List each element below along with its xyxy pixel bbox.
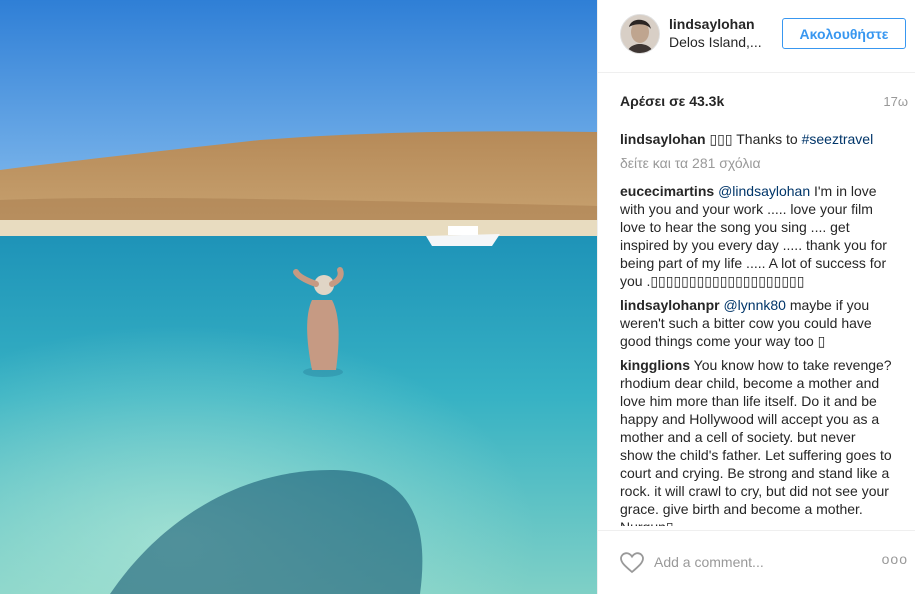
follow-button[interactable]: Ακολουθήστε (782, 18, 906, 49)
comment-item: kingglions You know how to take revenge?… (620, 356, 892, 526)
comment-username-link[interactable]: kingglions (620, 357, 690, 373)
comment-item: lindsaylohanpr @lynnk80 maybe if you wer… (620, 296, 892, 350)
caption-username-link[interactable]: lindsaylohan (620, 131, 706, 147)
comment-text: You know how to take revenge? rhodium de… (620, 357, 892, 526)
comment-mention-link[interactable]: @lindsaylohan (718, 183, 810, 199)
view-all-comments-link[interactable]: δείτε και τα 281 σχόλια (620, 154, 892, 172)
comment-item: eucecimartins @lindsaylohan I'm in love … (620, 182, 892, 290)
caption: lindsaylohan ▯▯▯ Thanks to #seeztravel (620, 130, 892, 148)
comment-username-link[interactable]: eucecimartins (620, 183, 714, 199)
likes-row: Αρέσει σε 43.3k 17ω (620, 93, 908, 111)
post-footer: Add a comment... ooo (598, 530, 915, 595)
heart-icon[interactable] (620, 552, 644, 574)
more-options-icon[interactable]: ooo (882, 551, 908, 567)
caption-text: Thanks to (732, 131, 802, 147)
comments-list[interactable]: lindsaylohan ▯▯▯ Thanks to #seeztravel δ… (620, 130, 892, 526)
post-header: lindsaylohan Delos Island,... Ακολουθήστ… (598, 0, 915, 73)
likes-count[interactable]: Αρέσει σε 43.3k (620, 93, 724, 109)
header-username-link[interactable]: lindsaylohan (669, 16, 755, 32)
post-sidebar: lindsaylohan Delos Island,... Ακολουθήστ… (597, 0, 915, 594)
instagram-post-view: lindsaylohan Delos Island,... Ακολουθήστ… (0, 0, 915, 594)
post-photo[interactable] (0, 0, 597, 594)
avatar[interactable] (620, 14, 660, 54)
avatar-image (621, 15, 659, 53)
post-timestamp[interactable]: 17ω (883, 94, 908, 109)
beach-photo-image (0, 0, 597, 594)
location-link[interactable]: Delos Island,... (669, 34, 762, 50)
hashtag-link[interactable]: #seeztravel (802, 131, 874, 147)
caption-emoji: ▯▯▯ (709, 131, 733, 147)
add-comment-input[interactable]: Add a comment... (654, 554, 764, 570)
comment-username-link[interactable]: lindsaylohanpr (620, 297, 720, 313)
comment-mention-link[interactable]: @lynnk80 (723, 297, 785, 313)
